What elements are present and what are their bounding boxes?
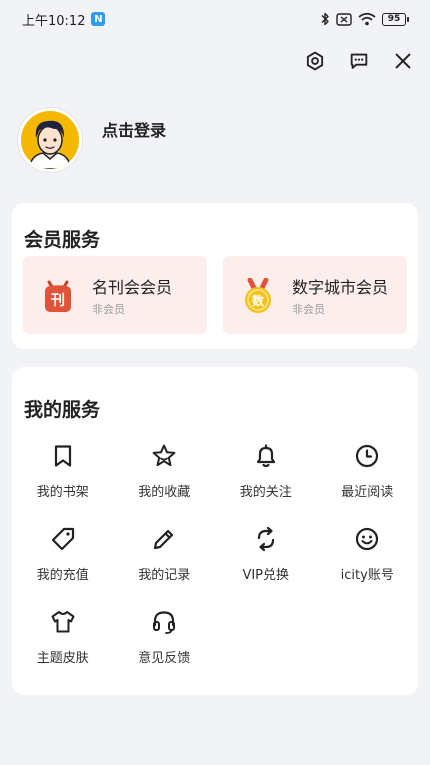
service-recent-reading[interactable]: 最近阅读 bbox=[317, 443, 419, 526]
exchange-icon bbox=[257, 526, 274, 552]
status-right: 95 bbox=[320, 12, 409, 26]
wifi-icon bbox=[358, 12, 376, 26]
headset-icon bbox=[153, 611, 176, 634]
medal-icon: 数 bbox=[245, 278, 271, 313]
battery-icon: 95 bbox=[382, 12, 409, 26]
service-following[interactable]: 我的关注 bbox=[215, 443, 317, 526]
magazine-icon: 刊 bbox=[45, 280, 71, 312]
smiley-icon bbox=[356, 527, 379, 551]
message-icon[interactable] bbox=[348, 50, 370, 72]
service-records[interactable]: 我的记录 bbox=[114, 526, 216, 609]
service-favorites[interactable]: 我的收藏 bbox=[114, 443, 216, 526]
bluetooth-icon bbox=[321, 12, 329, 26]
service-bookshelf[interactable]: 我的书架 bbox=[12, 443, 114, 526]
notification-badge: N bbox=[91, 12, 106, 26]
member-tile-status: 非会员 bbox=[292, 303, 325, 316]
status-left: 上午10:12 N bbox=[22, 10, 106, 29]
service-recharge[interactable]: 我的充值 bbox=[12, 526, 114, 609]
member-tile-status: 非会员 bbox=[92, 303, 125, 316]
login-link[interactable]: 点击登录 bbox=[102, 117, 166, 141]
top-actions bbox=[304, 50, 414, 72]
service-feedback[interactable]: 意见反馈 bbox=[114, 609, 216, 692]
sim-card-icon bbox=[336, 12, 352, 26]
my-services-title: 我的服务 bbox=[24, 399, 101, 421]
close-icon[interactable] bbox=[392, 50, 414, 72]
service-label: 我的书架 bbox=[36, 485, 89, 500]
user-avatar-icon[interactable] bbox=[18, 108, 82, 172]
member-tile-digital-city[interactable]: 数 数字城市会员 非会员 bbox=[223, 256, 407, 334]
magazine-icon-text: 刊 bbox=[51, 293, 65, 309]
member-tile-name: 名刊会会员 bbox=[92, 278, 173, 297]
member-services-card: 会员服务 刊 名刊会会员 非会员 数 数字城市会员 非会员 bbox=[12, 203, 418, 349]
battery-level: 95 bbox=[387, 14, 401, 24]
my-services-card: 我的服务 我的书架 我的收藏 我的关注 最近阅读 我的充值 我的记录 VIP兑换… bbox=[12, 367, 418, 695]
star-icon bbox=[152, 444, 176, 467]
pencil-icon bbox=[154, 529, 174, 550]
medal-icon-text: 数 bbox=[252, 293, 265, 308]
service-label: 我的充值 bbox=[36, 568, 89, 583]
status-time: 上午10:12 bbox=[22, 13, 86, 29]
clock-icon bbox=[356, 444, 379, 468]
service-label: 意见反馈 bbox=[138, 651, 191, 666]
services-grid: 我的书架 我的收藏 我的关注 最近阅读 我的充值 我的记录 VIP兑换 icit… bbox=[12, 443, 418, 692]
service-label: 主题皮肤 bbox=[36, 651, 89, 666]
tag-icon bbox=[51, 527, 74, 551]
service-label: icity账号 bbox=[340, 568, 394, 583]
service-label: 我的记录 bbox=[138, 568, 191, 583]
member-tile-magazine[interactable]: 刊 名刊会会员 非会员 bbox=[23, 256, 207, 334]
service-label: 最近阅读 bbox=[341, 485, 394, 500]
settings-icon[interactable] bbox=[304, 50, 326, 72]
member-services-title: 会员服务 bbox=[24, 229, 101, 251]
service-label: 我的关注 bbox=[239, 485, 292, 500]
service-icity-account[interactable]: icity账号 bbox=[317, 526, 419, 609]
service-vip-exchange[interactable]: VIP兑换 bbox=[215, 526, 317, 609]
member-tile-name: 数字城市会员 bbox=[292, 278, 389, 297]
profile-section[interactable]: 点击登录 bbox=[18, 108, 166, 172]
service-theme-skin[interactable]: 主题皮肤 bbox=[12, 609, 114, 692]
service-label: 我的收藏 bbox=[138, 485, 191, 500]
bell-icon bbox=[256, 444, 275, 468]
tshirt-icon bbox=[51, 611, 75, 633]
status-bar: 上午10:12 N 95 bbox=[0, 0, 430, 38]
bookmark-icon bbox=[54, 445, 71, 467]
service-label: VIP兑换 bbox=[242, 568, 290, 583]
